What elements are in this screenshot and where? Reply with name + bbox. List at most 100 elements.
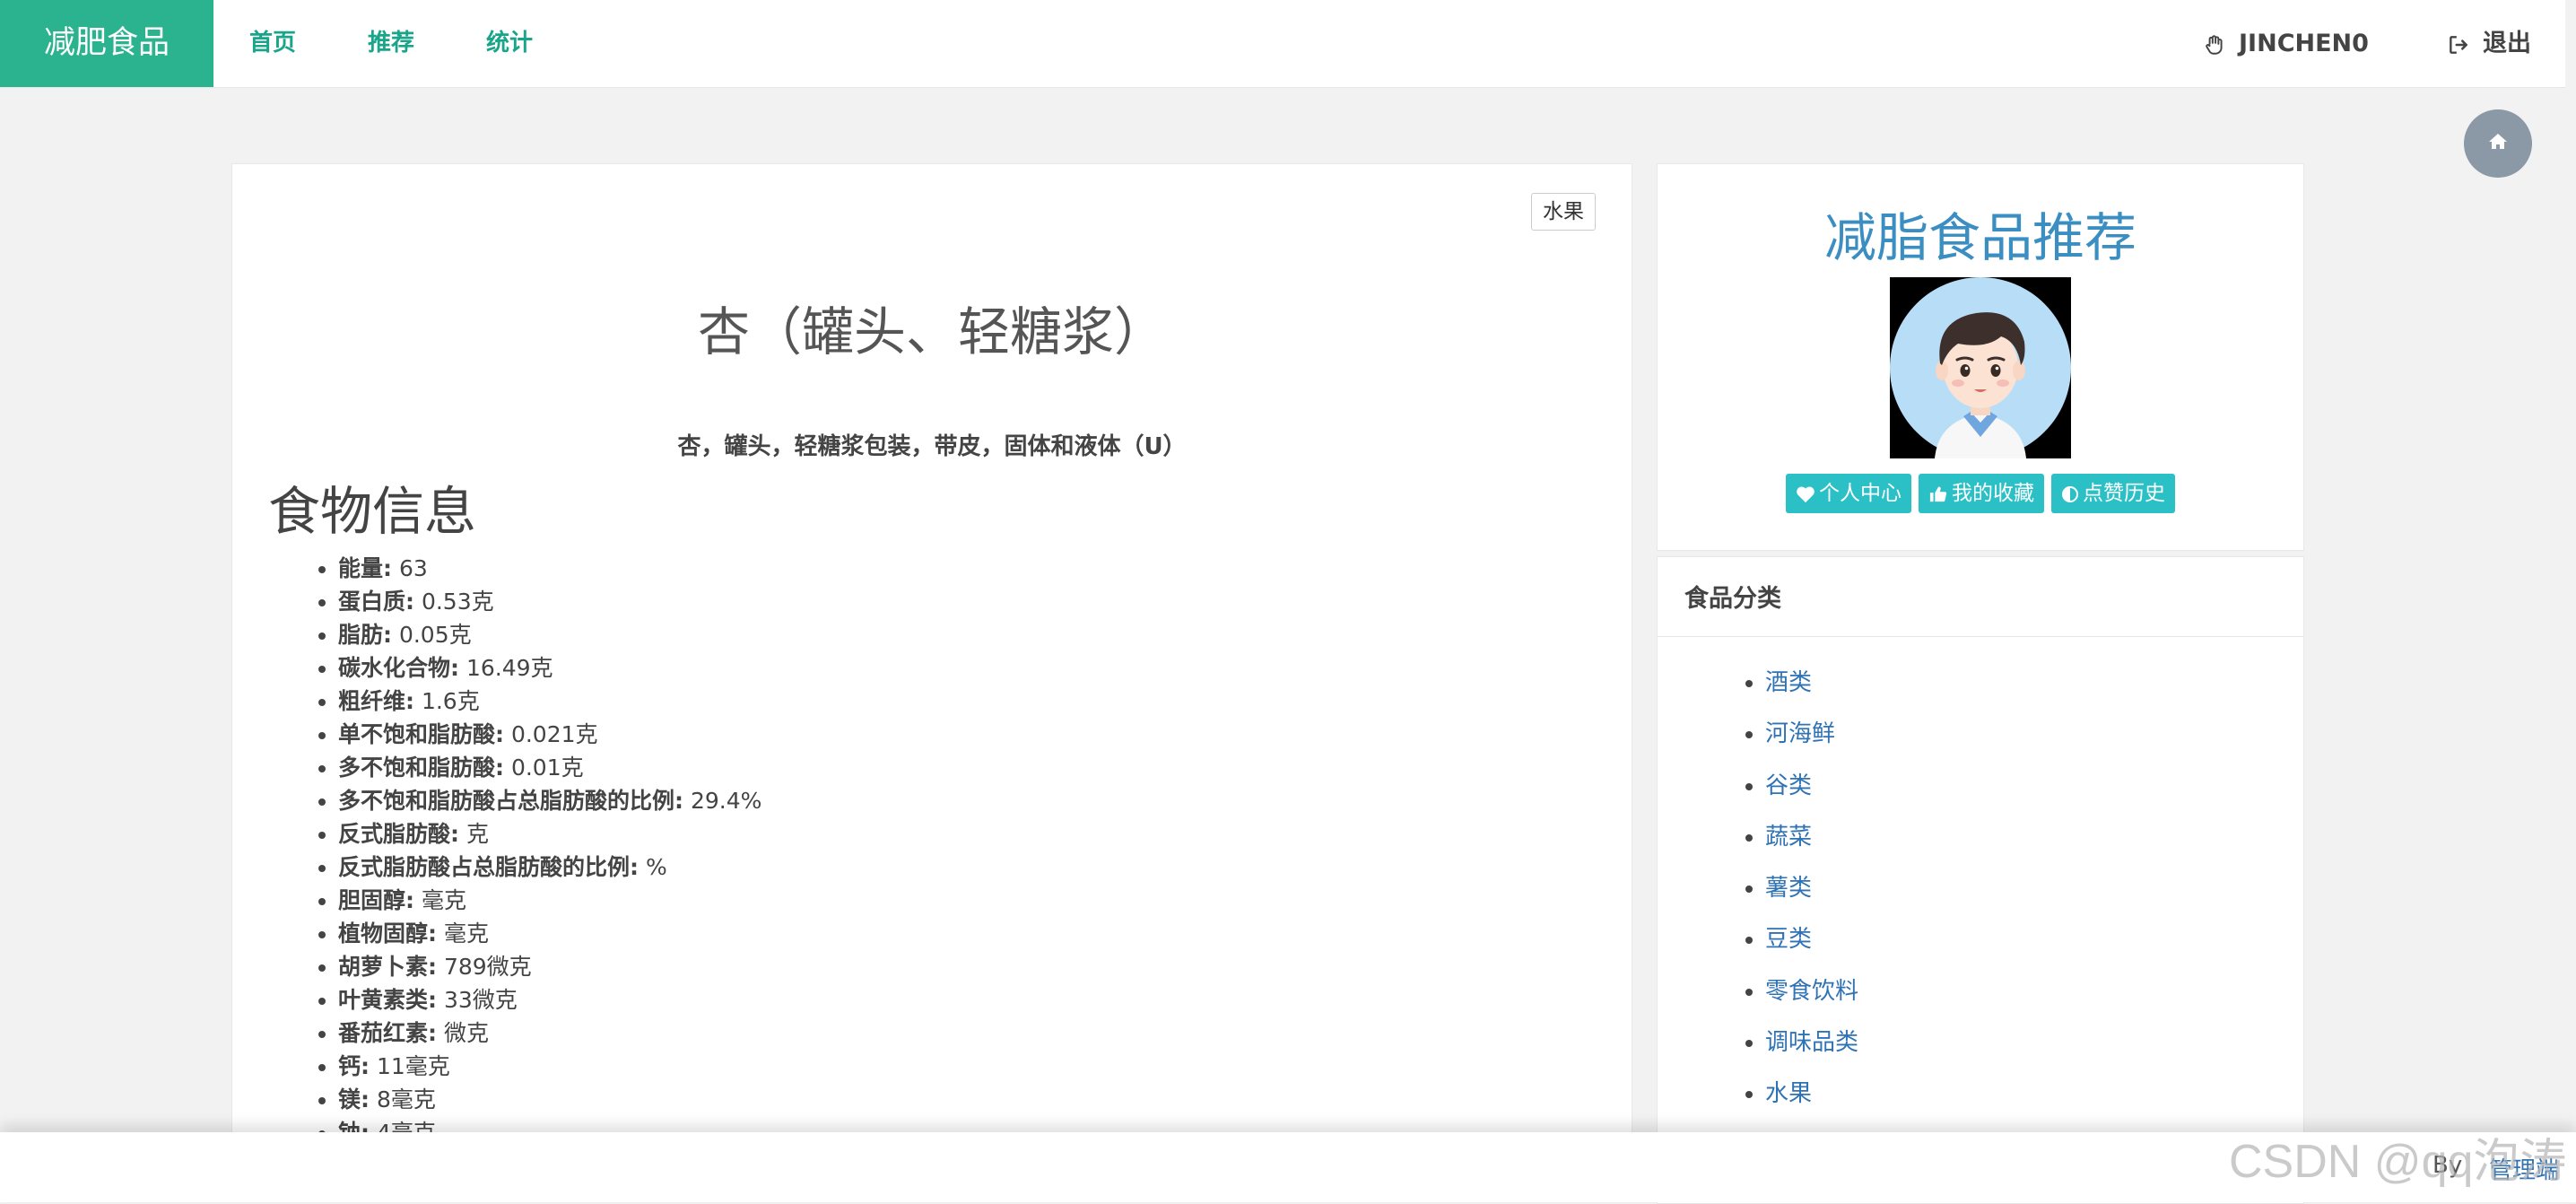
nav-statistics[interactable]: 统计 (486, 0, 533, 87)
nutrient-item: 粗纤维: 1.6克 (338, 685, 761, 718)
nutrient-label: 胆固醇: (338, 887, 414, 913)
nutrient-item: 番茄红素: 微克 (338, 1016, 761, 1050)
category-link[interactable]: 薯类 (1765, 875, 1812, 902)
nutrient-value: 16.49克 (466, 655, 553, 681)
footer-bar: By 管理端 (0, 1132, 2576, 1202)
avatar[interactable] (1890, 277, 2071, 458)
category-link[interactable]: 蔬菜 (1765, 824, 1812, 851)
like-history-button[interactable]: 点赞历史 (2051, 474, 2175, 513)
nutrient-item: 胆固醇: 毫克 (338, 884, 761, 917)
category-item: 薯类 (1765, 863, 1858, 914)
category-tag[interactable]: 水果 (1531, 193, 1596, 231)
recommend-title: 减脂食品推荐 (1823, 207, 2137, 268)
nutrient-label: 钙: (338, 1053, 370, 1079)
nutrient-label: 叶黄素类: (338, 987, 437, 1013)
food-description: 杏，罐头，轻糖浆包装，带皮，固体和液体（U） (677, 433, 1187, 460)
nutrient-value: 789微克 (443, 954, 532, 980)
category-link[interactable]: 水果 (1765, 1080, 1812, 1107)
nutrient-item: 多不饱和脂肪酸: 0.01克 (338, 751, 761, 784)
user-menu[interactable]: JINCHEN0 (2203, 0, 2369, 87)
category-item: 零食饮料 (1765, 966, 1858, 1017)
nutrient-label: 番茄红素: (338, 1020, 437, 1046)
nutrient-value: 微克 (443, 1020, 489, 1046)
category-item: 调味品类 (1765, 1017, 1858, 1069)
nutrient-label: 脂肪: (338, 622, 392, 648)
like-history-label: 点赞历史 (2083, 482, 2165, 505)
nutrient-label: 镁: (338, 1086, 370, 1112)
logout-label: 退出 (2483, 30, 2531, 57)
personal-center-button[interactable]: 个人中心 (1786, 474, 1911, 513)
nutrient-value: 33微克 (443, 987, 518, 1013)
nutrient-label: 植物固醇: (338, 920, 437, 947)
top-navbar: 减肥食品 首页 推荐 统计 JINCHEN0 退出 (0, 0, 2565, 88)
category-item: 酒类 (1765, 658, 1858, 709)
category-item: 水果 (1765, 1069, 1858, 1120)
recommend-card: 减脂食品推荐 个人中心 我的收藏 点赞历史 (1657, 163, 2304, 551)
nutrient-item: 胡萝卜素: 789微克 (338, 950, 761, 983)
adjust-icon (2062, 485, 2078, 502)
nutrient-label: 单不饱和脂肪酸: (338, 721, 504, 747)
nutrient-value: 0.021克 (510, 721, 598, 747)
nutrient-value: 8毫克 (376, 1086, 436, 1112)
nutrient-item: 脂肪: 0.05克 (338, 618, 761, 651)
category-link[interactable]: 调味品类 (1765, 1029, 1858, 1056)
nutrient-label: 多不饱和脂肪酸占总脂肪酸的比例: (338, 788, 683, 814)
nutrient-value: 0.01克 (510, 755, 584, 781)
nutrient-value: 克 (466, 821, 489, 847)
nutrient-label: 蛋白质: (338, 589, 414, 615)
cartoon-boy-avatar (1890, 277, 2071, 458)
nutrient-label: 能量: (338, 555, 392, 581)
food-title: 杏（罐头、轻糖浆） (697, 301, 1166, 362)
nutrient-item: 能量: 63 (338, 552, 761, 585)
category-link[interactable]: 豆类 (1765, 926, 1812, 953)
logout-link[interactable]: 退出 (2447, 0, 2531, 87)
sign-out-icon (2450, 35, 2467, 54)
username: JINCHEN0 (2239, 30, 2369, 57)
nutrient-item: 叶黄素类: 33微克 (338, 983, 761, 1016)
nutrient-label: 粗纤维: (338, 688, 414, 714)
nutrient-item: 多不饱和脂肪酸占总脂肪酸的比例: 29.4% (338, 784, 761, 817)
nutrient-item: 反式脂肪酸: 克 (338, 817, 761, 851)
category-link[interactable]: 零食饮料 (1765, 978, 1858, 1005)
nutrient-label: 碳水化合物: (338, 655, 459, 681)
category-title: 食品分类 (1684, 585, 1781, 613)
nutrient-item: 镁: 8毫克 (338, 1083, 761, 1116)
nutrient-item: 植物固醇: 毫克 (338, 917, 761, 950)
home-icon (2489, 134, 2507, 149)
category-link[interactable]: 河海鲜 (1765, 720, 1835, 747)
nutrient-value: 0.05克 (398, 622, 472, 648)
category-item: 豆类 (1765, 914, 1858, 965)
nutrient-value: 0.53克 (421, 589, 494, 615)
category-link[interactable]: 酒类 (1765, 669, 1812, 696)
nutrient-item: 蛋白质: 0.53克 (338, 585, 761, 618)
my-favorites-button[interactable]: 我的收藏 (1919, 474, 2044, 513)
category-list: 酒类 河海鲜 谷类 蔬菜 薯类 豆类 零食饮料 调味品类 水果 菌类 (1738, 658, 1858, 1172)
category-item: 蔬菜 (1765, 812, 1858, 863)
nutrient-value: 63 (398, 555, 428, 581)
hand-icon (2206, 34, 2223, 55)
nutrient-item: 钙: 11毫克 (338, 1050, 761, 1083)
nutrient-label: 胡萝卜素: (338, 954, 437, 980)
nutrient-value: 1.6克 (421, 688, 480, 714)
nutrient-value: % (645, 854, 667, 880)
nav-home[interactable]: 首页 (249, 0, 296, 87)
heart-icon (1797, 486, 1815, 502)
nutrient-value: 毫克 (421, 887, 466, 913)
category-link[interactable]: 谷类 (1765, 772, 1812, 799)
nutrient-label: 多不饱和脂肪酸: (338, 755, 504, 781)
brand-logo[interactable]: 减肥食品 (0, 0, 213, 87)
nutrient-list: 能量: 63 蛋白质: 0.53克 脂肪: 0.05克 碳水化合物: 16.49… (302, 552, 761, 1133)
nutrient-value: 11毫克 (376, 1053, 450, 1079)
my-favorites-label: 我的收藏 (1952, 482, 2034, 505)
user-action-buttons: 个人中心 我的收藏 点赞历史 (1658, 474, 2303, 513)
nutrient-value: 毫克 (443, 920, 489, 947)
nutrient-label: 反式脂肪酸: (338, 821, 459, 847)
home-button[interactable] (2464, 109, 2532, 178)
food-category-card: 食品分类 酒类 河海鲜 谷类 蔬菜 薯类 豆类 零食饮料 调味品类 水果 菌类 (1657, 556, 2304, 1204)
nutrient-item: 碳水化合物: 16.49克 (338, 651, 761, 685)
csdn-watermark: CSDN @qq泡涛 (2229, 1136, 2567, 1188)
nutrient-value: 29.4% (690, 788, 762, 814)
nav-recommend[interactable]: 推荐 (368, 0, 414, 87)
category-item: 谷类 (1765, 761, 1858, 812)
food-detail-panel: 水果 杏（罐头、轻糖浆） 杏，罐头，轻糖浆包装，带皮，固体和液体（U） 食物信息… (231, 163, 1632, 1134)
